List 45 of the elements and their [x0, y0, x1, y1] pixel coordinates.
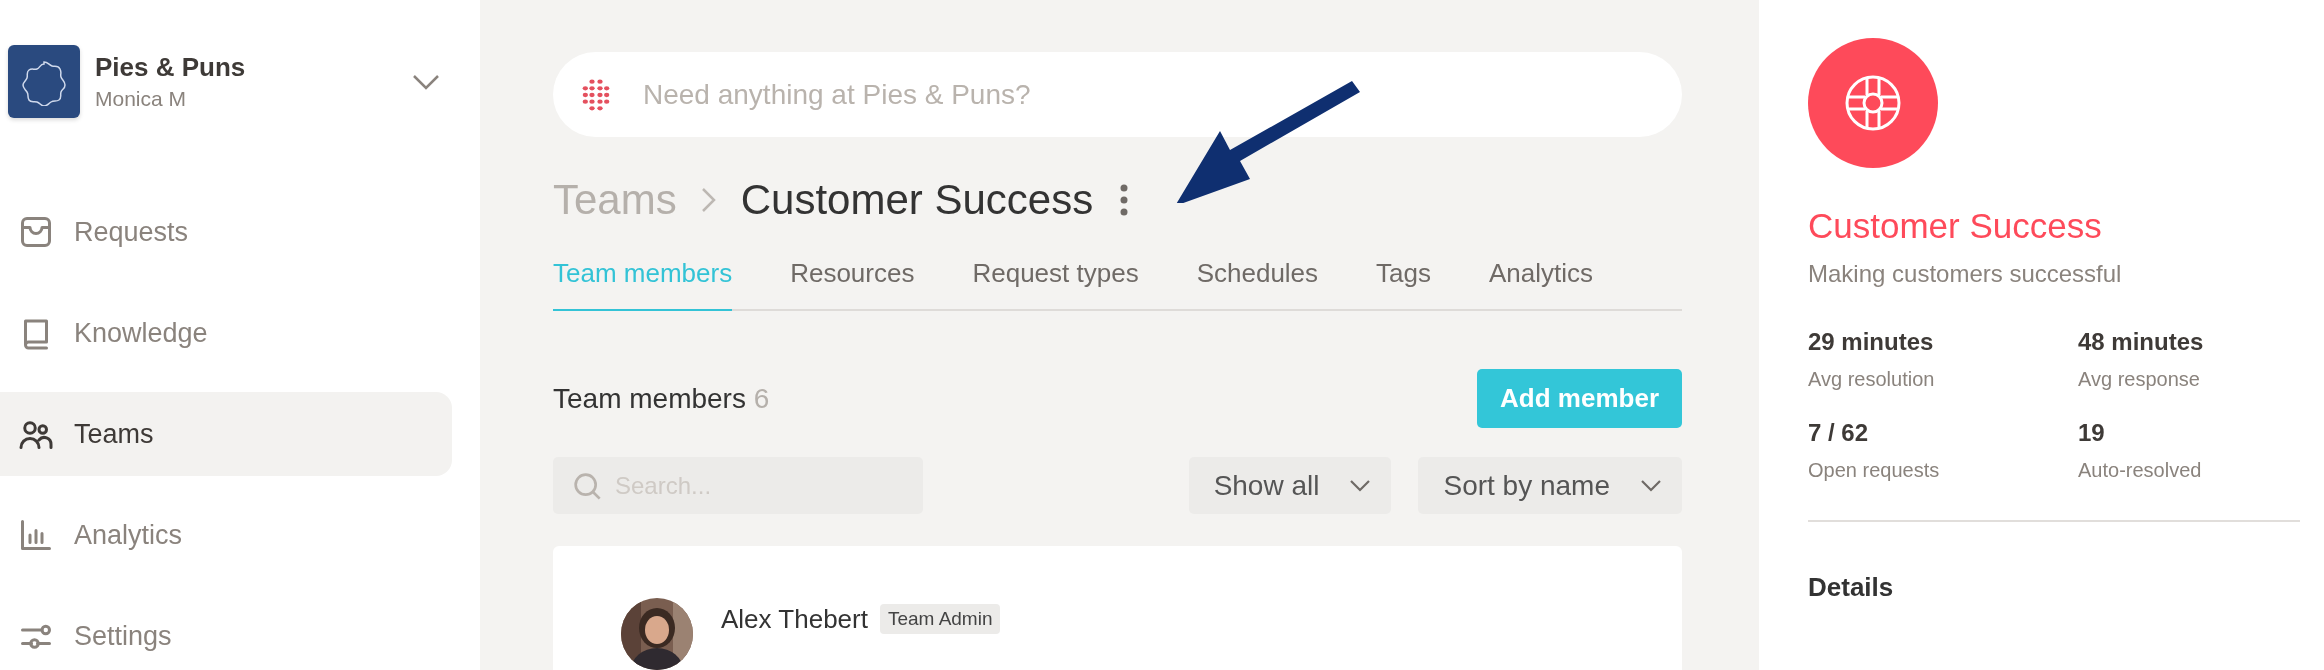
stat-label: Avg response: [2078, 368, 2201, 391]
stat-label: Auto-resolved: [2078, 459, 2203, 482]
inbox-icon: [18, 214, 54, 250]
details-heading: Details: [1808, 572, 1895, 603]
org-name: Pies & Puns: [95, 52, 247, 83]
nav-item[interactable]: Requests: [0, 190, 452, 274]
tab[interactable]: Schedules: [1196, 246, 1319, 311]
nav-label: Teams: [74, 418, 154, 450]
sort-dropdown[interactable]: Sort by name: [1418, 457, 1682, 514]
chevron-down-icon: [1349, 478, 1372, 493]
chevron-down-icon[interactable]: [412, 72, 440, 91]
org-logo[interactable]: [8, 45, 80, 118]
nav-item[interactable]: Knowledge: [0, 291, 452, 375]
tab[interactable]: Resources: [790, 246, 915, 311]
nav-label: Knowledge: [74, 317, 208, 349]
stat-label: Open requests: [1808, 459, 1941, 482]
dropdown-value: Show all: [1213, 469, 1320, 502]
user-name: Monica M: [95, 87, 188, 111]
nav-label: Requests: [74, 216, 189, 248]
bar-chart-icon: [18, 517, 54, 553]
nav-item[interactable]: Analytics: [0, 493, 452, 577]
stat-value: 7 / 62: [1808, 419, 1870, 447]
filter-dropdown[interactable]: Show all: [1188, 457, 1392, 514]
tab[interactable]: Tags: [1376, 246, 1431, 311]
section-title: Team members 6: [553, 382, 770, 415]
nav-item[interactable]: Settings: [0, 594, 452, 670]
lifebuoy-icon: [1843, 73, 1903, 133]
nav-item[interactable]: Teams: [0, 392, 452, 476]
tab[interactable]: Request types: [972, 246, 1139, 311]
stat-value: 19: [2078, 419, 2106, 447]
stat-value: 48 minutes: [2078, 328, 2205, 356]
nav-label: Settings: [74, 620, 172, 652]
team-name: Customer Success: [1808, 206, 2103, 246]
nav-label: Analytics: [74, 519, 183, 551]
tab[interactable]: Analytics: [1489, 246, 1594, 311]
role-badge: Team Admin: [879, 604, 1001, 634]
assistant-search-field[interactable]: Need anything at Pies & Puns?: [553, 52, 1682, 137]
dropdown-value: Sort by name: [1443, 469, 1610, 502]
page-title: Customer Success: [740, 175, 1094, 224]
dots-logo-icon: [581, 78, 611, 111]
team-description: Making customers successful: [1808, 260, 2123, 288]
stat-label: Avg resolution: [1808, 368, 1936, 391]
chevron-down-icon: [1640, 478, 1662, 493]
member-name: Alex Thebert: [721, 604, 868, 635]
stat-value: 29 minutes: [1808, 328, 1935, 356]
